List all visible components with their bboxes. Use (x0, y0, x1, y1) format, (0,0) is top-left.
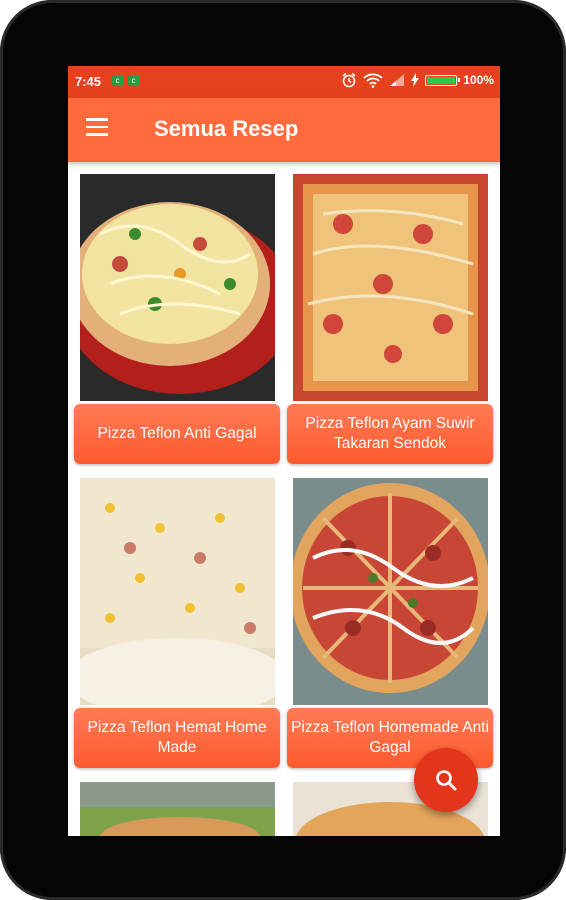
app-bar: Semua Resep (68, 98, 500, 162)
battery-level (427, 76, 456, 84)
recipe-grid[interactable]: Pizza Teflon Anti Gagal Pizza Teflon Aya… (68, 162, 500, 836)
battery-icon (425, 74, 461, 86)
pizza-image (80, 174, 275, 401)
charging-icon (411, 73, 420, 87)
recipe-card[interactable]: Pizza Teflon Anti Gagal (74, 174, 280, 464)
tablet-frame: 7:45 c c 100% Semua Resep Pizza Teflon A… (0, 0, 566, 900)
battery-percent: 100% (463, 73, 494, 87)
search-button[interactable] (414, 748, 478, 812)
screen: 7:45 c c 100% Semua Resep Pizza Teflon A… (68, 66, 500, 836)
alarm-icon (341, 72, 357, 88)
wifi-icon (363, 72, 383, 88)
pizza-image (293, 174, 488, 401)
recipe-title: Pizza Teflon Anti Gagal (74, 404, 280, 464)
hamburger-menu-icon[interactable] (86, 118, 114, 142)
recipe-card[interactable]: Pizza Teflon Ayam Suwir Takaran Sendok (287, 174, 493, 464)
status-icons: 100% (341, 72, 494, 88)
recipe-card[interactable]: Pizza Teflon Hemat Home Made (74, 478, 280, 768)
pizza-image (293, 478, 488, 705)
recipe-card[interactable] (74, 782, 280, 836)
status-time: 7:45 (75, 74, 102, 89)
recipe-title: Pizza Teflon Hemat Home Made (74, 708, 280, 768)
page-title: Semua Resep (154, 116, 299, 141)
signal-icon (389, 73, 405, 87)
pizza-image (80, 478, 275, 705)
recipe-title: Pizza Teflon Ayam Suwir Takaran Sendok (287, 404, 493, 464)
notification-icon: c (112, 75, 123, 86)
status-bar: 7:45 c c 100% (68, 66, 500, 98)
pizza-image (80, 782, 275, 836)
recipe-card[interactable]: Pizza Teflon Homemade Anti Gagal (287, 478, 493, 768)
notification-icon: c (128, 75, 139, 86)
